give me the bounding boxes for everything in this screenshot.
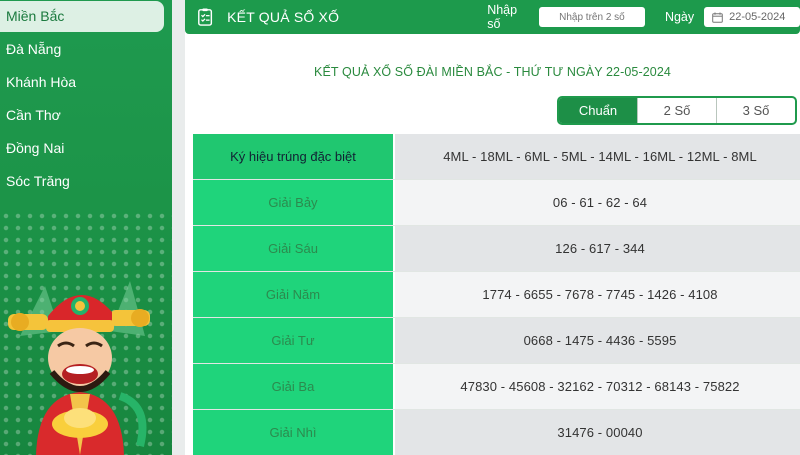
prize-value: 06 - 61 - 62 - 64 (395, 180, 800, 225)
prize-name: Giải Tư (193, 318, 395, 363)
sidebar-item-khanh-hoa[interactable]: Khánh Hòa (0, 66, 172, 99)
table-row: Giải Nhì 31476 - 00040 (193, 410, 800, 455)
results-table: Ký hiệu trúng đặc biệt 4ML - 18ML - 6ML … (193, 134, 800, 455)
main-panel: KẾT QUẢ SỔ XỐ Nhập số Ngày 22-05-2024 KẾ… (185, 0, 800, 455)
date-picker[interactable]: 22-05-2024 (704, 7, 800, 27)
number-search-input[interactable] (538, 7, 645, 27)
header-bar: KẾT QUẢ SỔ XỐ Nhập số Ngày 22-05-2024 (185, 0, 800, 34)
prize-value: 0668 - 1475 - 4436 - 5595 (395, 318, 800, 363)
result-mode-tabs: Chuẩn 2 Số 3 Số (557, 96, 797, 125)
tab-3-so[interactable]: 3 Số (717, 98, 795, 123)
sidebar-item-soc-trang[interactable]: Sóc Trăng (0, 165, 172, 198)
god-of-wealth-mascot-image (8, 281, 150, 455)
sidebar-item-can-tho[interactable]: Cần Thơ (0, 99, 172, 132)
prize-value: 126 - 617 - 344 (395, 226, 800, 271)
result-heading: KẾT QUẢ XỔ SỐ ĐÀI MIỀN BẮC - THỨ TƯ NGÀY… (314, 65, 671, 79)
number-input-label: Nhập số (487, 3, 518, 31)
prize-value: 1774 - 6655 - 7678 - 7745 - 1426 - 4108 (395, 272, 800, 317)
prize-value: 4ML - 18ML - 6ML - 5ML - 14ML - 16ML - 1… (395, 134, 800, 179)
sidebar-item-mien-bac[interactable]: Miền Bắc (0, 1, 164, 32)
table-row: Giải Sáu 126 - 617 - 344 (193, 226, 800, 272)
prize-name: Giải Sáu (193, 226, 395, 271)
prize-name: Ký hiệu trúng đặc biệt (193, 134, 395, 179)
calendar-icon (712, 12, 723, 23)
prize-value: 31476 - 00040 (395, 410, 800, 455)
sidebar-item-da-nang[interactable]: Đà Nẵng (0, 33, 172, 66)
prize-name: Giải Bảy (193, 180, 395, 225)
table-row: Giải Bảy 06 - 61 - 62 - 64 (193, 180, 800, 226)
sidebar: Miền Bắc Đà Nẵng Khánh Hòa Cần Thơ Đồng … (0, 0, 172, 455)
tab-2-so[interactable]: 2 Số (638, 98, 717, 123)
table-row: Giải Ba 47830 - 45608 - 32162 - 70312 - … (193, 364, 800, 410)
document-list-icon (198, 8, 213, 26)
prize-name: Giải Nhì (193, 410, 395, 455)
table-row: Ký hiệu trúng đặc biệt 4ML - 18ML - 6ML … (193, 134, 800, 180)
table-row: Giải Tư 0668 - 1475 - 4436 - 5595 (193, 318, 800, 364)
prize-value: 47830 - 45608 - 32162 - 70312 - 68143 - … (395, 364, 800, 409)
date-label: Ngày (664, 10, 695, 24)
date-value: 22-05-2024 (729, 11, 786, 23)
prize-name: Giải Năm (193, 272, 395, 317)
page-title: KẾT QUẢ SỔ XỐ (227, 9, 340, 25)
tab-chuan[interactable]: Chuẩn (559, 98, 638, 123)
table-row: Giải Năm 1774 - 6655 - 7678 - 7745 - 142… (193, 272, 800, 318)
sidebar-item-dong-nai[interactable]: Đồng Nai (0, 132, 172, 165)
prize-name: Giải Ba (193, 364, 395, 409)
